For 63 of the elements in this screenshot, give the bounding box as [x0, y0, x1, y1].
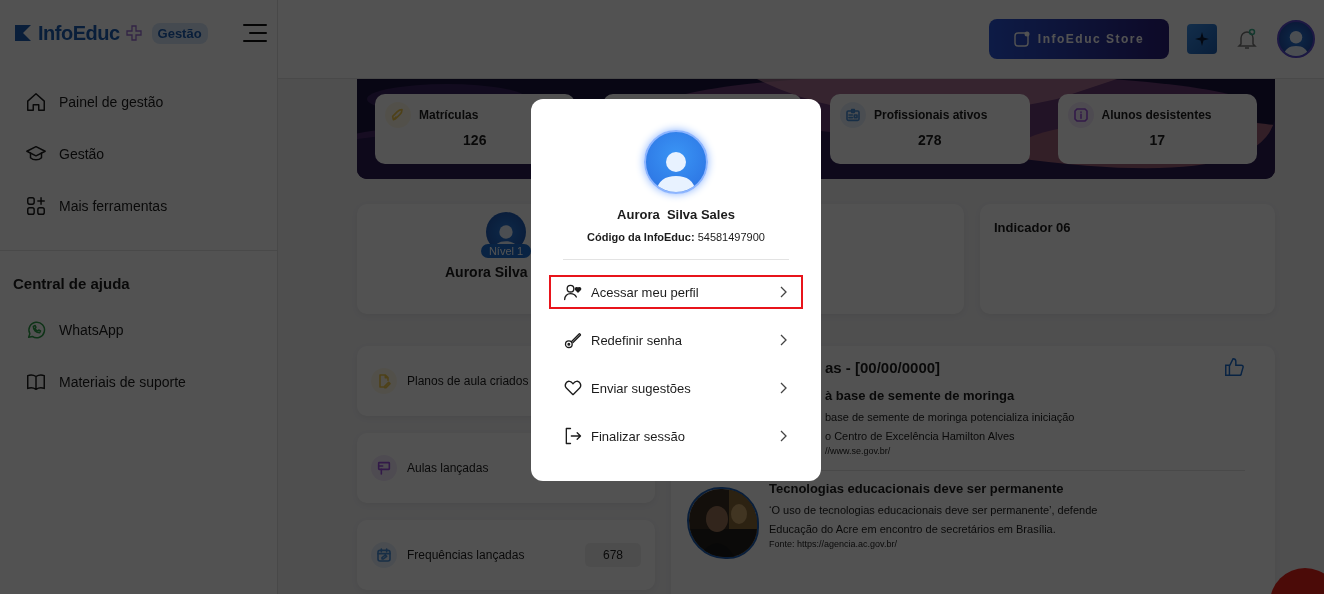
- whatsapp-icon: [25, 319, 47, 341]
- nav-item[interactable]: Gestão: [0, 128, 277, 180]
- sparkle-icon: [1195, 32, 1209, 46]
- nav-item[interactable]: Mais ferramentas: [0, 180, 277, 232]
- menu-item[interactable]: Acessar meu perfil: [549, 275, 803, 309]
- news-headline[interactable]: à base de semente de moringa: [825, 388, 1075, 403]
- news-source: //www.se.gov.br/: [825, 446, 892, 456]
- stat-value: 278: [917, 132, 943, 148]
- presentation-icon: [376, 460, 392, 476]
- calendar-icon: [376, 547, 392, 563]
- module-badge: Gestão: [151, 22, 208, 44]
- user-code: Código da InfoEduc: 54581497900: [587, 231, 765, 243]
- nav-item[interactable]: WhatsApp: [0, 304, 277, 356]
- thumbs-up-icon[interactable]: [1223, 356, 1245, 378]
- user-heart-icon: [563, 282, 583, 302]
- stat-value: 126: [462, 132, 488, 148]
- activity-label: Aulas lançadas: [407, 461, 490, 475]
- key-icon: [563, 330, 583, 350]
- user-name: Aurora Silva Sales: [617, 207, 735, 222]
- nav-item[interactable]: Painel de gestão: [0, 76, 277, 128]
- logo-icon: [14, 24, 32, 42]
- logo-text: InfoEduc: [38, 21, 120, 45]
- logout-icon: [563, 426, 583, 446]
- news-text: ‘O uso de tecnologias educacionais deve ser permanente’, defende: [769, 503, 1098, 518]
- nav-item[interactable]: Materiais de suporte: [0, 356, 277, 408]
- store-button[interactable]: InfoEduc Store: [989, 19, 1169, 59]
- menu-icon[interactable]: [241, 23, 268, 43]
- news-text: o Centro de Excelência Hamilton Alves: [825, 429, 1016, 444]
- chevron-right-icon: [779, 382, 789, 394]
- menu-item[interactable]: Redefinir senha: [549, 323, 803, 357]
- chevron-right-icon: [779, 430, 789, 442]
- info-icon: [1072, 107, 1089, 123]
- activity-count: 678: [584, 543, 641, 567]
- store-icon: [1013, 31, 1030, 47]
- chevron-right-icon: [779, 334, 789, 346]
- menu-item[interactable]: Enviar sugestões: [549, 371, 803, 405]
- book-icon: [25, 371, 47, 393]
- bell-icon[interactable]: [1235, 27, 1259, 51]
- stat-label: Profissionais ativos: [874, 108, 988, 122]
- id-card-icon: [845, 107, 861, 123]
- heart-icon: [563, 378, 583, 398]
- news-title: as - [00/00/0000]: [825, 358, 941, 376]
- home-icon: [25, 91, 47, 113]
- news-headline[interactable]: Tecnologias educacionais deve ser permanente: [769, 481, 1098, 496]
- apps-icon: [25, 195, 47, 217]
- plus-icon: [125, 25, 142, 41]
- stat-value: 17: [1148, 132, 1167, 148]
- section-title: Central de ajuda: [12, 274, 131, 294]
- level-badge: Nível 1: [480, 244, 532, 258]
- news-text: Educação do Acre em encontro de secretários em Brasília.: [769, 522, 1057, 537]
- avatar[interactable]: [1277, 20, 1315, 58]
- news-text: base de semente de moringa potencializa iniciação: [825, 410, 1075, 425]
- user-name: Aurora Silva: [445, 264, 528, 280]
- stat-label: Alunos desistentes: [1101, 108, 1212, 122]
- news-source: Fonte: https://agencia.ac.gov.br/: [769, 539, 898, 549]
- card-title: Indicador 06: [994, 220, 1071, 235]
- activity-label: Planos de aula criados: [407, 374, 530, 388]
- stat-label: Matrículas: [419, 108, 479, 122]
- sparkle-button[interactable]: [1187, 24, 1217, 54]
- menu-item[interactable]: Finalizar sessão: [549, 419, 803, 453]
- document-icon: [376, 373, 392, 389]
- chevron-right-icon: [779, 286, 789, 298]
- activity-label: Frequências lançadas: [407, 548, 526, 562]
